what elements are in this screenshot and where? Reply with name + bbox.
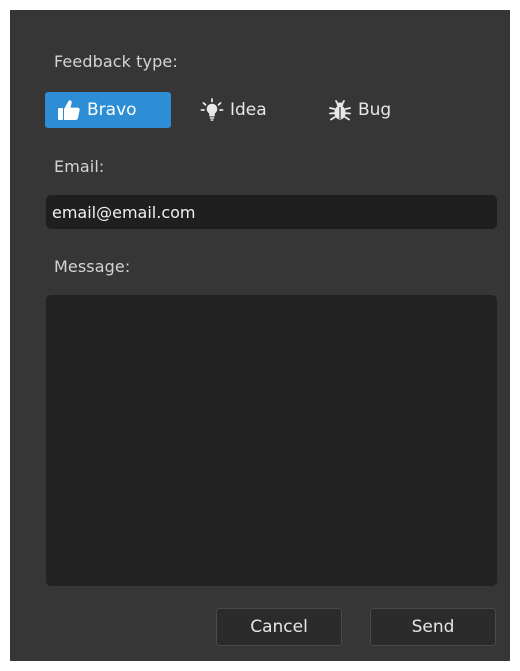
message-textarea[interactable] xyxy=(46,295,497,586)
lightbulb-icon xyxy=(200,98,224,122)
cancel-button[interactable]: Cancel xyxy=(216,608,342,646)
type-bug-label: Bug xyxy=(358,100,392,120)
type-bravo-button[interactable]: Bravo xyxy=(45,92,171,128)
type-bravo-label: Bravo xyxy=(87,100,137,120)
type-bug-button[interactable]: Bug xyxy=(328,92,408,128)
feedback-type-label: Feedback type: xyxy=(54,52,178,71)
thumbs-up-icon xyxy=(57,99,81,121)
email-field[interactable] xyxy=(46,195,497,229)
message-label: Message: xyxy=(54,257,131,276)
bug-icon xyxy=(328,98,352,122)
type-idea-label: Idea xyxy=(230,100,267,120)
send-button[interactable]: Send xyxy=(370,608,496,646)
email-label: Email: xyxy=(54,157,105,176)
feedback-dialog: Feedback type: Bravo Idea Bug Email: ema… xyxy=(10,10,510,661)
type-idea-button[interactable]: Idea xyxy=(200,92,284,128)
